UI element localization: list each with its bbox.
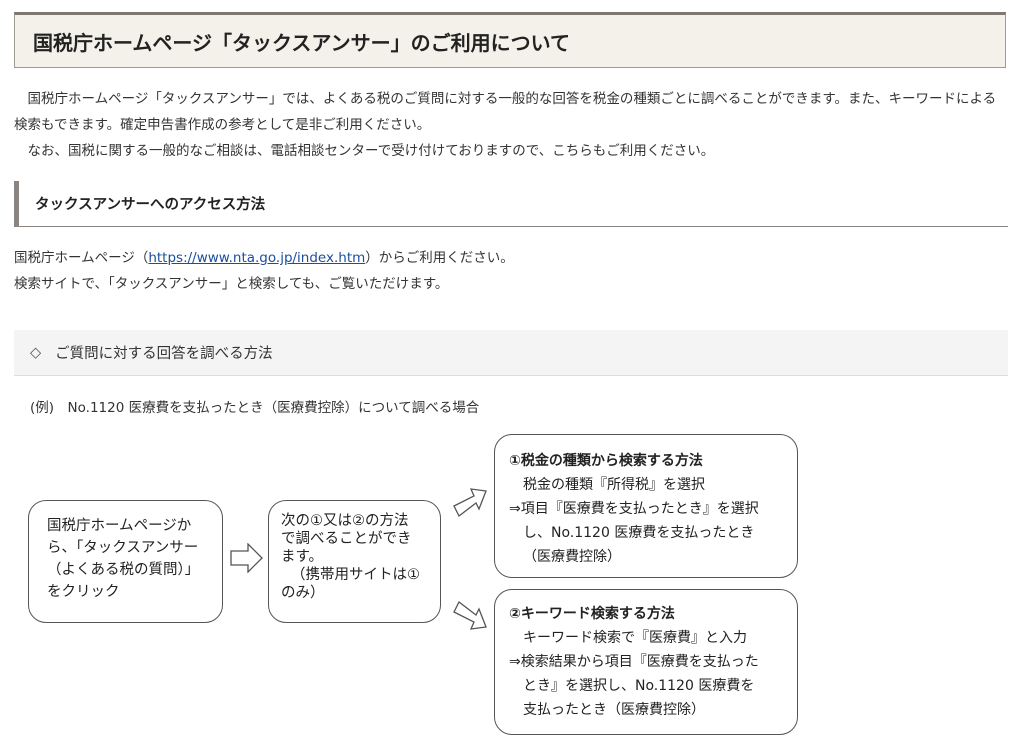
- flow-text: 国税庁ホームページか: [47, 518, 192, 534]
- example-caption: (例) No.1120 医療費を支払ったとき（医療費控除）について調べる場合: [30, 400, 480, 416]
- flow-text: 支払ったとき（医療費控除）: [523, 702, 705, 718]
- flow-text: し、No.1120 医療費を支払ったとき: [523, 525, 755, 541]
- page-title: 国税庁ホームページ「タックスアンサー」のご利用について: [14, 12, 1006, 68]
- flow-text: （医療費控除）: [523, 549, 621, 565]
- flow-text: （よくある税の質問）」: [47, 562, 200, 578]
- flow-text: のみ）: [281, 585, 325, 601]
- flow-text: をクリック: [47, 584, 120, 600]
- flow-step-2: 次の①又は②の方法 で調べることができ ます。 （携帯用サイトは① のみ）: [268, 500, 441, 623]
- flow-text: キーワード検索で『医療費』と入力: [523, 630, 747, 646]
- flow-text: ⇒検索結果から項目『医療費を支払った: [509, 654, 759, 670]
- method-section-bar[interactable]: ◇ ご質問に対する回答を調べる方法: [14, 330, 1008, 376]
- access-prefix: 国税庁ホームページ（: [14, 250, 149, 266]
- arrow-up-right-icon: [453, 488, 487, 517]
- flow-text: で調べることができ: [281, 531, 412, 547]
- flow-text: （携帯用サイトは①: [291, 567, 420, 583]
- intro-paragraph: なお、国税に関する一般的なご相談は、電話相談センターで受け付けておりますので、こ…: [14, 143, 715, 159]
- diamond-icon: ◇: [30, 344, 42, 361]
- nta-link[interactable]: https://www.nta.go.jp/index.htm: [148, 250, 365, 266]
- arrow-right-icon: [230, 543, 263, 573]
- flow-text: 次の①又は②の方法: [281, 513, 409, 529]
- intro-paragraph: 国税庁ホームページ「タックスアンサー」では、よくある税のご質問に対する一般的な回…: [14, 91, 997, 133]
- intro-text: 国税庁ホームページ「タックスアンサー」では、よくある税のご質問に対する一般的な回…: [14, 86, 1009, 164]
- access-heading: タックスアンサーへのアクセス方法: [14, 181, 1008, 227]
- access-search-note: 検索サイトで、「タックスアンサー」と検索しても、ご覧いただけます。: [14, 276, 449, 292]
- flow-text: ら、「タックスアンサー: [47, 540, 199, 556]
- flow-step-1: 国税庁ホームページか ら、「タックスアンサー （よくある税の質問）」 をクリック: [28, 500, 223, 623]
- access-suffix: ）からご利用ください。: [365, 250, 514, 266]
- option-1-title: ①税金の種類から検索する方法: [509, 453, 703, 469]
- access-text: 国税庁ホームページ（https://www.nta.go.jp/index.ht…: [14, 245, 514, 297]
- option-2-box: ②キーワード検索する方法 キーワード検索で『医療費』と入力 ⇒検索結果から項目『…: [494, 589, 798, 735]
- arrow-down-right-icon: [453, 601, 487, 630]
- flow-text: 税金の種類『所得税』を選択: [523, 477, 705, 493]
- flow-text: ます。: [281, 549, 324, 565]
- option-2-title: ②キーワード検索する方法: [509, 606, 675, 622]
- option-1-box: ①税金の種類から検索する方法 税金の種類『所得税』を選択 ⇒項目『医療費を支払っ…: [494, 434, 798, 578]
- method-bar-label: ご質問に対する回答を調べる方法: [55, 346, 273, 362]
- flow-text: とき』を選択し、No.1120 医療費を: [523, 678, 755, 694]
- flow-text: ⇒項目『医療費を支払ったとき』を選択: [509, 501, 759, 517]
